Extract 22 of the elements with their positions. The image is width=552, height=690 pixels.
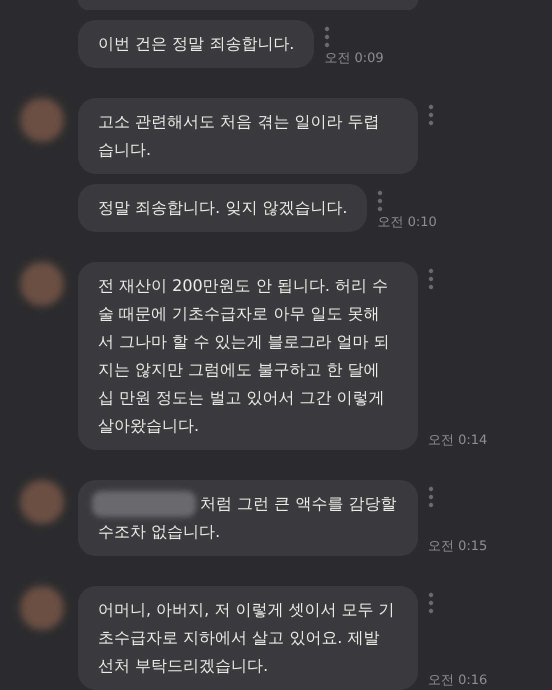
message-text: 고소 관련해서도 처음 겪는 일이라 두렵 습니다. [98, 111, 380, 161]
message-time: 오전 0:16 [428, 673, 488, 689]
message-text: 이번 건은 정말 죄송합니다. [98, 33, 294, 55]
message-text: 처럼 그런 큰 액수를 감당할 [200, 493, 396, 515]
message-time: 오전 0:14 [428, 433, 488, 449]
message-text: 정말 죄송합니다. 잊지 않겠습니다. [98, 197, 348, 219]
more-options-icon[interactable] [428, 104, 434, 126]
avatar[interactable] [20, 98, 64, 142]
message-text: 전 재산이 200만원도 안 됩니다. 허리 수 술 때문에 기초수급자로 아무 일도 못해 서 그나마 할 수 있는게 블로그라 얼마 되 지는 않지만 그럼에도 불구하고 한 달에 십 만원 정도는 벌고 있어서 그간 이렇게 살아왔습니다. [98, 275, 391, 437]
avatar[interactable] [20, 480, 64, 524]
more-options-icon[interactable] [428, 268, 434, 290]
message-text: 어머니, 아버지, 저 이렇게 셋이서 모두 기 초수급자로 지하에서 살고 있어요. 제발 선처 부탁드리겠습니다. [98, 599, 396, 677]
avatar[interactable] [20, 262, 64, 306]
more-options-icon[interactable] [428, 592, 434, 614]
message-time: 오전 0:09 [324, 51, 384, 67]
message-time: 오전 0:15 [428, 539, 488, 555]
message-time: 오전 0:10 [377, 215, 437, 231]
avatar[interactable] [20, 586, 64, 630]
more-options-icon[interactable] [324, 26, 330, 48]
more-options-icon[interactable] [377, 190, 384, 212]
more-options-icon[interactable] [428, 486, 434, 508]
message-text: 수조차 없습니다. [98, 521, 222, 543]
